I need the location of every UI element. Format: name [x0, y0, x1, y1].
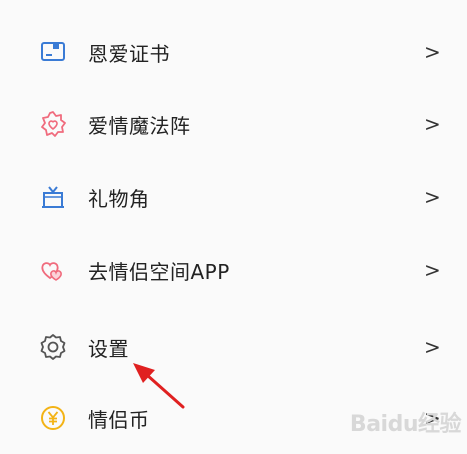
watermark: Baidu经验: [349, 412, 462, 437]
annotation-arrow: [133, 363, 185, 409]
